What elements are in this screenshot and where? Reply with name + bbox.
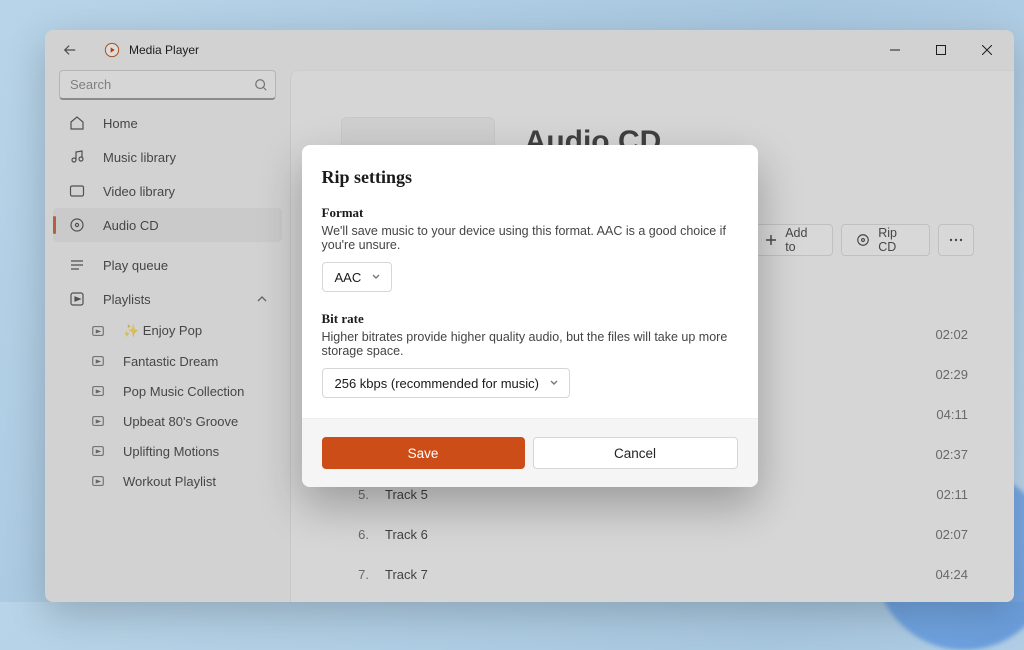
bitrate-label: Bit rate: [322, 310, 738, 328]
save-button[interactable]: Save: [322, 437, 525, 469]
format-label: Format: [322, 204, 738, 222]
format-select[interactable]: AAC: [322, 262, 393, 292]
button-label: Cancel: [614, 446, 656, 461]
cancel-button[interactable]: Cancel: [533, 437, 738, 469]
format-help: We'll save music to your device using th…: [322, 224, 738, 252]
chevron-down-icon: [371, 272, 381, 282]
dialog-title: Rip settings: [322, 165, 738, 190]
app-window: Media Player Home: [45, 30, 1014, 602]
select-value: AAC: [335, 270, 362, 285]
bitrate-help: Higher bitrates provide higher quality a…: [322, 330, 738, 358]
content-area: Audio CD Unknown artist 10 tracks • 29:2…: [290, 70, 1014, 602]
rip-settings-dialog: Rip settings Format We'll save music to …: [302, 145, 758, 488]
select-value: 256 kbps (recommended for music): [335, 376, 539, 391]
modal-backdrop: Rip settings Format We'll save music to …: [290, 70, 1014, 602]
bitrate-select[interactable]: 256 kbps (recommended for music): [322, 368, 570, 398]
button-label: Save: [408, 446, 439, 461]
chevron-down-icon: [549, 378, 559, 388]
